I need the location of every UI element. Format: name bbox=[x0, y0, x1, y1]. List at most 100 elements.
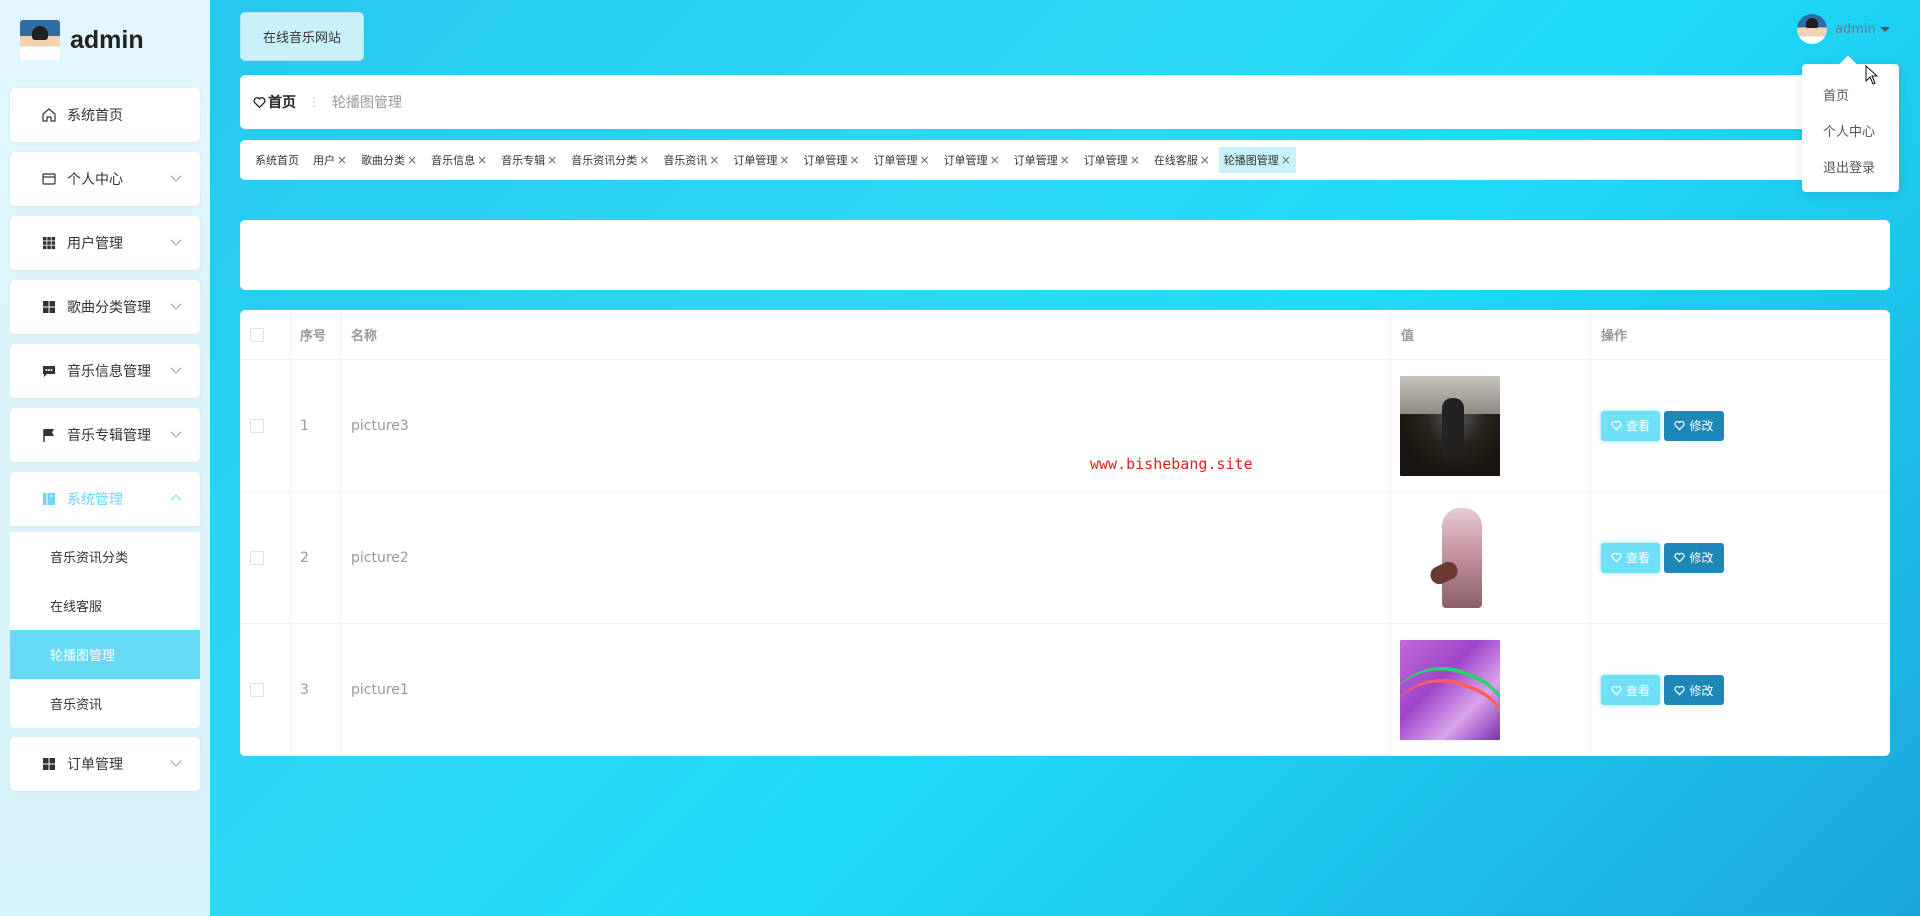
close-icon[interactable]: × bbox=[920, 153, 930, 167]
chevron-down-icon bbox=[170, 170, 182, 182]
sidebar-item-home[interactable]: 系统首页 bbox=[10, 88, 200, 142]
sidebar-item-label: 歌曲分类管理 bbox=[67, 300, 151, 316]
row-name: picture3 bbox=[351, 417, 409, 434]
tab-label: 音乐信息 bbox=[431, 154, 476, 167]
breadcrumb-home-label: 首页 bbox=[268, 95, 296, 111]
brand-user-name: admin bbox=[70, 25, 144, 54]
view-button-label: 查看 bbox=[1625, 419, 1650, 433]
user-menu-trigger[interactable]: admin bbox=[1797, 14, 1890, 44]
chevron-down-icon bbox=[170, 426, 182, 438]
heart-icon bbox=[1611, 552, 1622, 563]
view-button[interactable]: 查看 bbox=[1601, 675, 1660, 705]
avatar bbox=[1797, 14, 1827, 44]
edit-button-label: 修改 bbox=[1689, 551, 1714, 565]
tab-orders[interactable]: 订单管理 × bbox=[1079, 147, 1145, 173]
close-icon[interactable]: × bbox=[1200, 153, 1210, 167]
edit-button-label: 修改 bbox=[1689, 419, 1714, 433]
sidebar-item-music-info[interactable]: 音乐信息管理 bbox=[10, 344, 200, 398]
close-icon[interactable]: × bbox=[477, 153, 487, 167]
data-table: 序号 名称 值 操作 1 picture3 查看 修改 2 picture2 查… bbox=[240, 310, 1890, 756]
sidebar-item-personal-center[interactable]: 个人中心 bbox=[10, 152, 200, 206]
row-checkbox[interactable] bbox=[250, 683, 264, 697]
close-icon[interactable]: × bbox=[779, 153, 789, 167]
close-icon[interactable]: × bbox=[1130, 153, 1140, 167]
sidebar-subitem-online-service[interactable]: 在线客服 bbox=[10, 581, 200, 630]
caret-down-icon bbox=[1879, 26, 1890, 32]
tab-song-category[interactable]: 歌曲分类 × bbox=[356, 147, 422, 173]
sidebar-item-label: 个人中心 bbox=[67, 172, 123, 188]
tab-music-album[interactable]: 音乐专辑 × bbox=[496, 147, 562, 173]
card-icon bbox=[41, 171, 57, 187]
row-checkbox-cell bbox=[250, 624, 264, 756]
dropdown-item-logout[interactable]: 退出登录 bbox=[1802, 148, 1899, 184]
row-checkbox[interactable] bbox=[250, 418, 264, 433]
sidebar-item-label: 系统管理 bbox=[67, 492, 123, 508]
close-icon[interactable]: × bbox=[709, 153, 719, 167]
column-header-value: 值 bbox=[1401, 329, 1415, 344]
chevron-up-icon bbox=[170, 494, 182, 506]
tab-carousel[interactable]: 轮播图管理 × bbox=[1218, 147, 1296, 173]
sidebar-subitem-music-news[interactable]: 音乐资讯 bbox=[10, 679, 200, 728]
site-button[interactable]: 在线音乐网站 bbox=[240, 12, 364, 61]
close-icon[interactable]: × bbox=[639, 153, 649, 167]
heart-icon bbox=[253, 96, 266, 108]
heart-icon bbox=[1611, 685, 1622, 696]
tab-label: 订单管理 bbox=[1083, 154, 1128, 167]
breadcrumb-home[interactable]: 首页 bbox=[253, 92, 296, 112]
sidebar-subitem-carousel[interactable]: 轮播图管理 bbox=[10, 630, 200, 679]
tab-label: 订单管理 bbox=[803, 154, 848, 167]
tab-orders[interactable]: 订单管理 × bbox=[939, 147, 1005, 173]
chevron-down-icon bbox=[170, 362, 182, 374]
row-value-cell bbox=[1400, 360, 1500, 491]
close-icon[interactable]: × bbox=[849, 153, 859, 167]
tab-orders[interactable]: 订单管理 × bbox=[1009, 147, 1075, 173]
sidebar-subitem-music-news-category[interactable]: 音乐资讯分类 bbox=[10, 532, 200, 581]
row-actions: 查看 修改 bbox=[1601, 360, 1724, 491]
close-icon[interactable]: × bbox=[547, 153, 557, 167]
close-icon[interactable]: × bbox=[990, 153, 1000, 167]
sidebar-item-orders[interactable]: 订单管理 bbox=[10, 737, 200, 791]
apps-icon bbox=[41, 756, 57, 772]
breadcrumb-current: 轮播图管理 bbox=[332, 95, 402, 111]
user-dropdown: 首页 个人中心 退出登录 bbox=[1802, 64, 1899, 192]
row-index: 3 bbox=[300, 682, 309, 698]
tab-online-service[interactable]: 在线客服 × bbox=[1149, 147, 1215, 173]
tab-label: 订单管理 bbox=[873, 154, 918, 167]
tab-label: 订单管理 bbox=[943, 154, 988, 167]
tab-music-news[interactable]: 音乐资讯 × bbox=[658, 147, 724, 173]
view-button-label: 查看 bbox=[1625, 683, 1650, 698]
tab-orders[interactable]: 订单管理 × bbox=[869, 147, 935, 173]
tab-music-info[interactable]: 音乐信息 × bbox=[426, 147, 492, 173]
row-name: picture1 bbox=[351, 682, 409, 698]
watermark: www.bishebang.site bbox=[1090, 455, 1253, 473]
row-checkbox[interactable] bbox=[250, 550, 264, 565]
close-icon[interactable]: × bbox=[337, 153, 347, 167]
row-actions: 查看 修改 bbox=[1601, 624, 1724, 756]
tab-music-news-category[interactable]: 音乐资讯分类 × bbox=[566, 147, 654, 173]
view-button[interactable]: 查看 bbox=[1601, 410, 1660, 441]
breadcrumb: 首页 ⋮ 轮播图管理 bbox=[240, 75, 1890, 129]
main-area: 在线音乐网站 首页 ⋮ 轮播图管理 系统首页 用户 × 歌曲分类 × 音乐信息 × 音… bbox=[210, 0, 1920, 916]
edit-button[interactable]: 修改 bbox=[1664, 542, 1724, 573]
tab-label: 订单管理 bbox=[1013, 154, 1058, 167]
tab-home[interactable]: 系统首页 bbox=[250, 147, 304, 173]
select-all-checkbox[interactable] bbox=[250, 327, 264, 342]
sidebar-item-users[interactable]: 用户管理 bbox=[10, 216, 200, 270]
sidebar-item-system[interactable]: 系统管理 bbox=[10, 472, 200, 526]
close-icon[interactable]: × bbox=[1281, 153, 1291, 167]
edit-button[interactable]: 修改 bbox=[1664, 410, 1724, 441]
tab-orders[interactable]: 订单管理 × bbox=[798, 147, 864, 173]
close-icon[interactable]: × bbox=[407, 153, 417, 167]
tab-users[interactable]: 用户 × bbox=[308, 147, 352, 173]
edit-button[interactable]: 修改 bbox=[1664, 675, 1724, 705]
close-icon[interactable]: × bbox=[1060, 153, 1070, 167]
column-header-index: 序号 bbox=[300, 329, 327, 344]
dropdown-item-personal-center[interactable]: 个人中心 bbox=[1802, 112, 1899, 148]
chevron-down-icon bbox=[170, 234, 182, 246]
tab-orders[interactable]: 订单管理 × bbox=[728, 147, 794, 173]
sidebar-item-music-album[interactable]: 音乐专辑管理 bbox=[10, 408, 200, 462]
dropdown-item-home[interactable]: 首页 bbox=[1802, 76, 1899, 112]
view-button[interactable]: 查看 bbox=[1601, 542, 1660, 573]
sidebar-item-song-category[interactable]: 歌曲分类管理 bbox=[10, 280, 200, 334]
select-all-checkbox-cell bbox=[250, 310, 264, 359]
